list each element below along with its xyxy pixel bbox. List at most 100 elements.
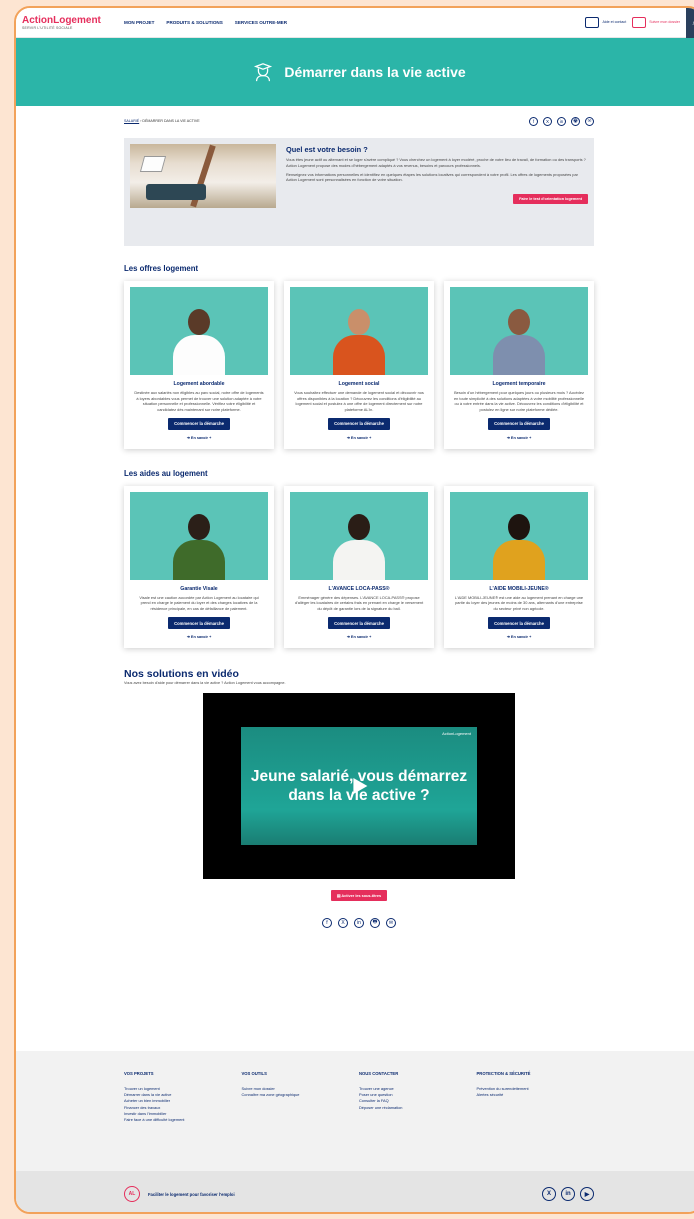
- video-logo: ActionLogement: [442, 731, 471, 737]
- start-button[interactable]: Commencer la démarche: [328, 617, 390, 630]
- card-title: Logement social: [338, 381, 380, 387]
- footer-link[interactable]: Déposer une réclamation: [359, 1105, 477, 1111]
- card-photo: [290, 287, 428, 375]
- card-title: Logement abordable: [173, 381, 225, 387]
- card-text: Vous souhaitez effectuer une demande de …: [294, 390, 424, 412]
- play-icon[interactable]: [353, 778, 368, 795]
- footer-link[interactable]: Faire face à une difficulté logement: [124, 1117, 242, 1123]
- card-title: L'AIDE MOBILI-JEUNE®: [489, 585, 549, 592]
- learn-more-link[interactable]: ➜ En savoir +: [290, 435, 428, 440]
- offer-card: Logement temporaire Besoin d'un hébergem…: [444, 281, 594, 449]
- linkedin-icon[interactable]: in: [561, 1187, 575, 1201]
- nav-produits-solutions[interactable]: PRODUITS & SOLUTIONS: [166, 20, 222, 25]
- learn-more-link[interactable]: ➜ En savoir +: [450, 435, 588, 440]
- footer-col-tools: VOS OUTILS Suivre mon dossier Connaître …: [242, 1071, 360, 1123]
- logo-subtitle: SERVIR L'UTILITÉ SOCIALE: [22, 26, 73, 30]
- share-bar: f X in 🖶 ✉: [529, 116, 594, 126]
- footer-col-contact: NOUS CONTACTER Trouver une agence Poser …: [359, 1071, 477, 1123]
- main-nav: MON PROJET PRODUITS & SOLUTIONS SERVICES…: [124, 20, 287, 25]
- search-button[interactable]: ⌕: [686, 8, 694, 38]
- breadcrumb-home[interactable]: SALARIÉ: [124, 119, 139, 123]
- apartment-photo: [130, 144, 276, 208]
- footer-tagline: Faciliter le logement pour favoriser l'e…: [148, 1191, 235, 1197]
- site-header: ActionLogement SERVIR L'UTILITÉ SOCIALE …: [16, 8, 694, 38]
- x-icon[interactable]: X: [338, 918, 348, 929]
- aid-card: L'AIDE MOBILI-JEUNE® L'AIDE MOBILI-JEUNE…: [444, 485, 594, 649]
- card-photo: [130, 491, 268, 580]
- linkedin-icon[interactable]: in: [557, 116, 566, 126]
- need-paragraph-2: Renseignez vos informations personnelles…: [286, 171, 578, 183]
- footer-col-title: NOUS CONTACTER: [359, 1071, 399, 1076]
- video-section-title: Nos solutions en vidéo: [124, 668, 239, 681]
- x-icon[interactable]: X: [542, 1187, 556, 1201]
- card-photo: [450, 287, 588, 375]
- youtube-icon[interactable]: ▶: [580, 1187, 594, 1201]
- card-text: L'AIDE MOBILI-JEUNE® est une aide au log…: [454, 594, 584, 612]
- aid-card: Garantie Visale Visale est une caution a…: [124, 485, 274, 649]
- nav-services-outre-mer[interactable]: SERVICES OUTRE-MER: [235, 20, 287, 25]
- card-photo: [290, 491, 428, 580]
- card-text: Besoin d'un hébergement pour quelques jo…: [454, 390, 584, 412]
- print-icon[interactable]: 🖶: [370, 918, 380, 929]
- social-links: X in ▶: [542, 1187, 594, 1201]
- logo-text: ActionLogement: [22, 15, 101, 26]
- card-title: L'AVANCE LOCA-PASS®: [328, 585, 390, 592]
- aids-title: Les aides au logement: [124, 468, 208, 478]
- help-contact-label: Aide et contact: [602, 20, 627, 25]
- video-section-subtitle: Vous avez besoin d'aide pour démarrer da…: [124, 681, 286, 686]
- card-text: Visale est une caution accordée par Acti…: [139, 594, 259, 612]
- subtitles-button[interactable]: ▤ Activer les sous-titres: [330, 890, 388, 902]
- site-logo[interactable]: ActionLogement SERVIR L'UTILITÉ SOCIALE: [22, 15, 112, 30]
- orientation-test-button[interactable]: Faire le test d'orientation logement: [513, 194, 588, 205]
- browser-frame: ActionLogement SERVIR L'UTILITÉ SOCIALE …: [14, 6, 694, 1214]
- aids-cards: Garantie Visale Visale est une caution a…: [124, 485, 594, 649]
- footer-link[interactable]: Alertes sécurité: [477, 1092, 595, 1098]
- offer-card: Logement abordable Destinée aux salariés…: [124, 281, 274, 449]
- footer-link[interactable]: Connaître ma zone géographique: [242, 1092, 360, 1098]
- video-player[interactable]: ActionLogement Jeune salarié, vous démar…: [203, 693, 515, 880]
- learn-more-link[interactable]: ➜ En savoir +: [130, 435, 268, 440]
- offers-title: Les offres logement: [124, 264, 199, 273]
- linkedin-icon[interactable]: in: [354, 918, 364, 929]
- track-file-button[interactable]: Suivre mon dossier: [632, 17, 680, 28]
- footer-col-projects: VOS PROJETS Trouver un logement Démarrer…: [124, 1071, 242, 1123]
- need-title: Quel est votre besoin ?: [286, 145, 368, 154]
- start-button[interactable]: Commencer la démarche: [168, 617, 230, 630]
- need-block: Quel est votre besoin ? Vous êtes jeune …: [124, 138, 594, 246]
- start-button[interactable]: Commencer la démarche: [328, 417, 390, 430]
- mail-icon[interactable]: ✉: [585, 116, 594, 126]
- footer-col-title: PROTECTION & SÉCURITÉ: [476, 1071, 531, 1076]
- graduate-icon: [254, 63, 273, 82]
- learn-more-link[interactable]: ➜ En savoir +: [130, 634, 268, 639]
- share-bar-bottom: f X in 🖶 ✉: [16, 918, 694, 929]
- card-title: Logement temporaire: [492, 381, 546, 387]
- card-text: Emménager génère des dépenses. L'AVANCE …: [294, 594, 424, 612]
- page-title: Démarrer dans la vie active: [284, 64, 466, 80]
- footer-bottom-bar: AL Faciliter le logement pour favoriser …: [16, 1171, 694, 1212]
- card-photo: [130, 287, 268, 375]
- chat-icon: [585, 17, 600, 28]
- facebook-icon[interactable]: f: [529, 116, 538, 126]
- x-icon[interactable]: X: [543, 116, 552, 126]
- video-poster: ActionLogement Jeune salarié, vous démar…: [241, 727, 477, 846]
- mail-icon[interactable]: ✉: [386, 918, 396, 929]
- nav-mon-projet[interactable]: MON PROJET: [124, 20, 154, 25]
- learn-more-link[interactable]: ➜ En savoir +: [290, 634, 428, 639]
- start-button[interactable]: Commencer la démarche: [488, 617, 550, 630]
- learn-more-link[interactable]: ➜ En savoir +: [450, 634, 588, 639]
- facebook-icon[interactable]: f: [322, 918, 332, 929]
- offer-card: Logement social Vous souhaitez effectuer…: [284, 281, 434, 449]
- help-contact-button[interactable]: Aide et contact: [585, 17, 626, 28]
- site-footer: VOS PROJETS Trouver un logement Démarrer…: [16, 1051, 694, 1171]
- print-icon[interactable]: 🖶: [571, 116, 580, 126]
- footer-logo[interactable]: AL: [124, 1186, 140, 1202]
- start-button[interactable]: Commencer la démarche: [168, 417, 230, 430]
- need-paragraph-1: Vous êtes jeune actif ou alternant et se…: [286, 157, 586, 168]
- footer-col-security: PROTECTION & SÉCURITÉ Prévention du sure…: [477, 1071, 595, 1123]
- card-photo: [450, 491, 588, 580]
- breadcrumb: SALARIÉ › DÉMARRER DANS LA VIE ACTIVE: [124, 119, 200, 123]
- card-text: Destinée aux salariés non éligibles au p…: [134, 390, 264, 412]
- breadcrumb-current: DÉMARRER DANS LA VIE ACTIVE: [142, 119, 200, 123]
- start-button[interactable]: Commencer la démarche: [488, 417, 550, 430]
- aid-card: L'AVANCE LOCA-PASS® Emménager génère des…: [284, 485, 434, 649]
